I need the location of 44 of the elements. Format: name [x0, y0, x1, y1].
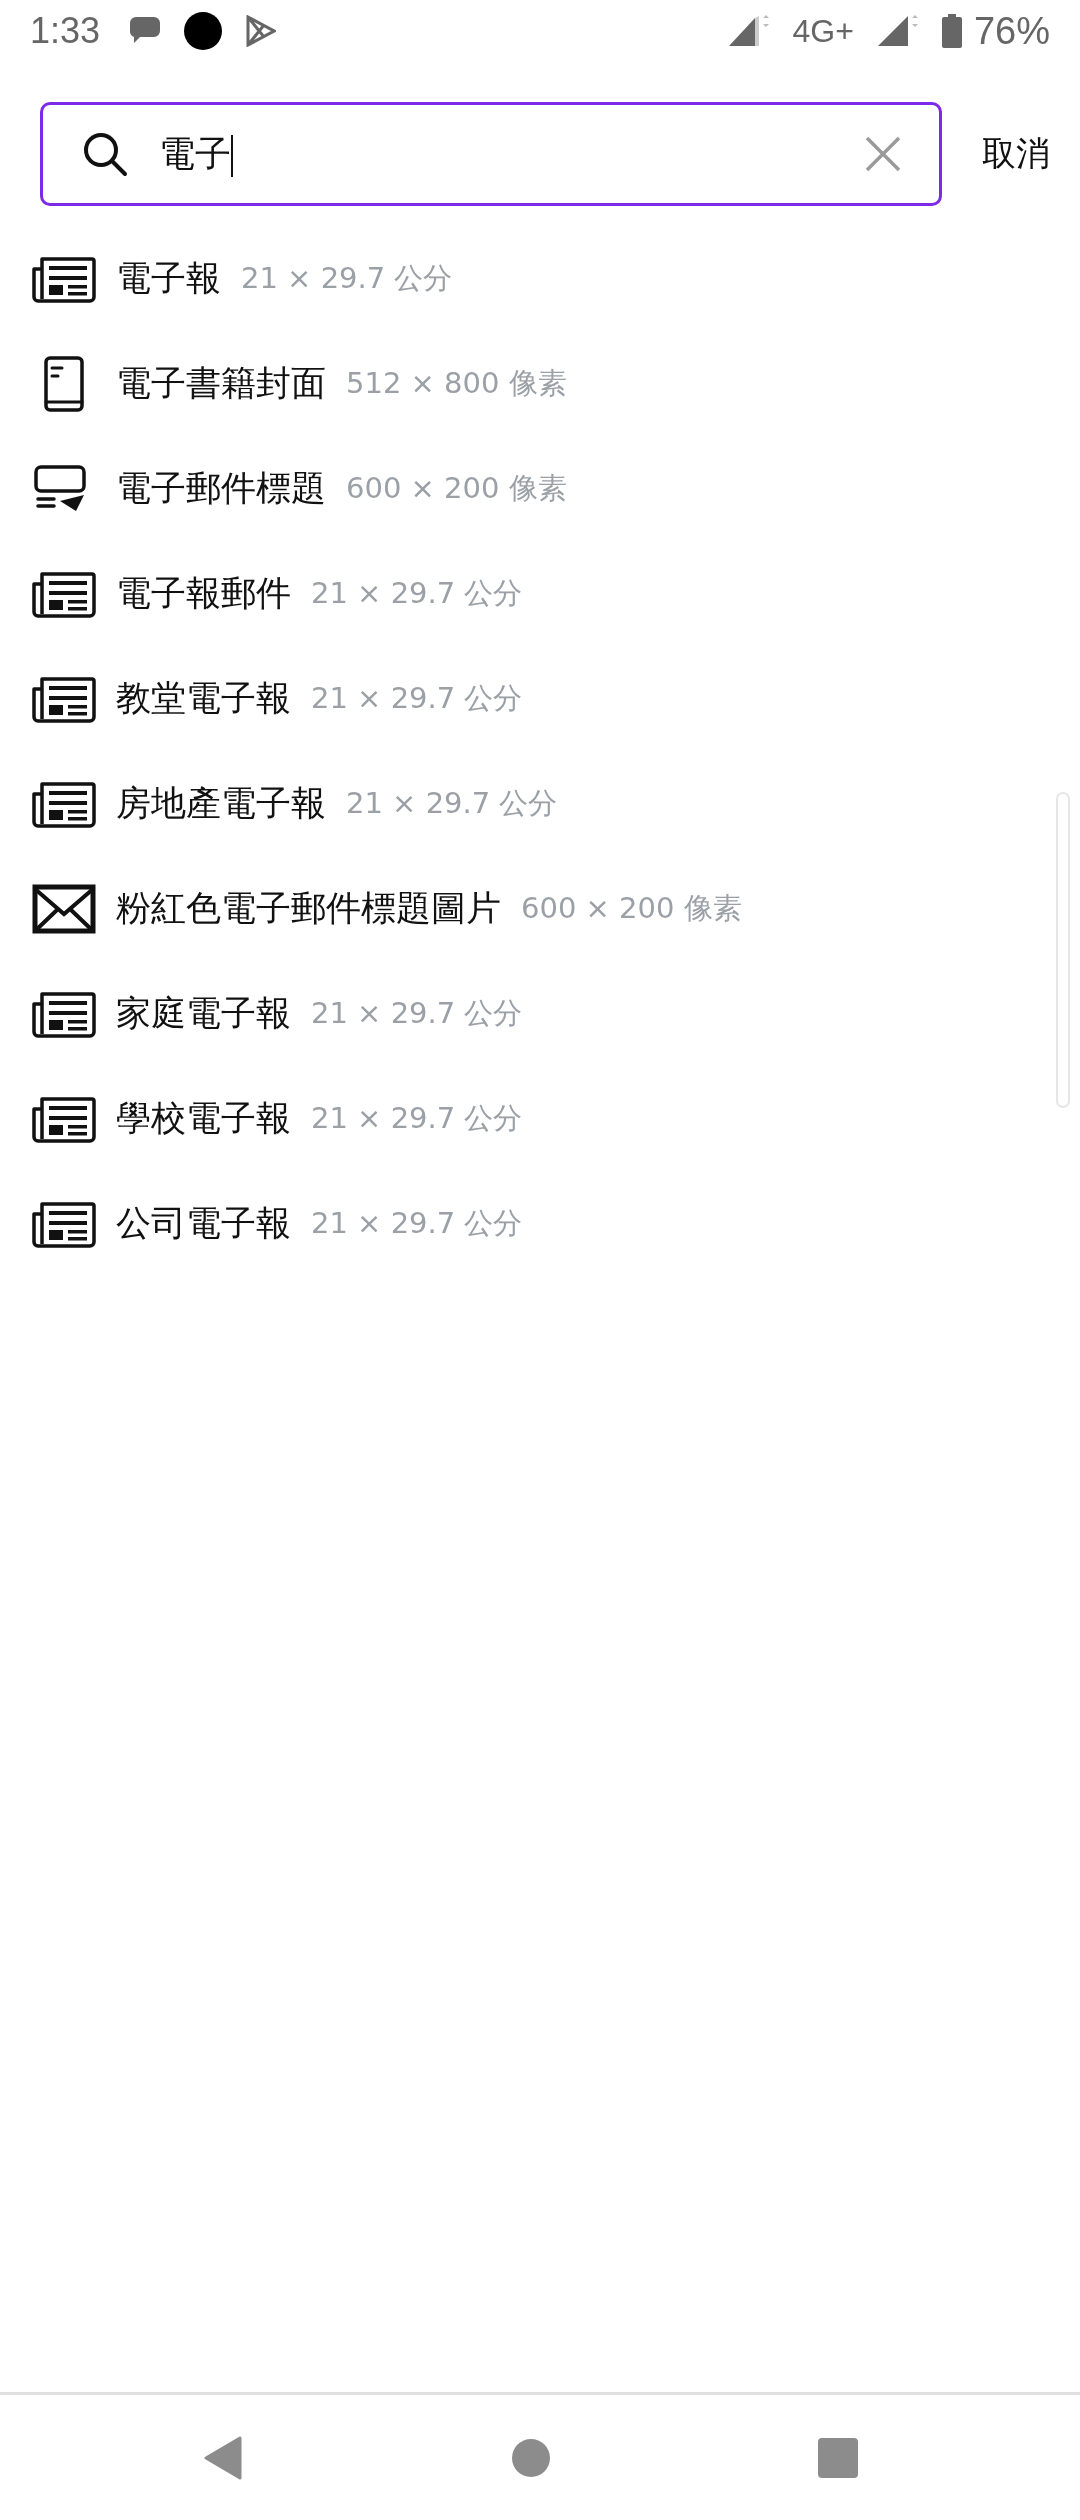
search-icon — [81, 130, 129, 178]
battery-percent: 76% — [973, 9, 1050, 53]
status-time: 1:33 — [30, 10, 101, 52]
home-icon[interactable] — [512, 2438, 550, 2477]
result-size: 600 × 200 像素 — [521, 889, 742, 927]
result-title[interactable]: 公司電子報 — [116, 1200, 291, 1247]
result-title[interactable]: 電子書籍封面 — [116, 360, 326, 407]
scrollbar[interactable] — [1056, 792, 1070, 1108]
newspaper-icon — [32, 1199, 96, 1248]
battery-icon — [941, 14, 962, 48]
result-title[interactable]: 電子報 — [116, 255, 221, 302]
clear-icon[interactable] — [863, 134, 903, 174]
newspaper-icon — [32, 254, 96, 303]
result-title[interactable]: 電子報郵件 — [116, 570, 291, 617]
result-size: 21 × 29.7 公分 — [311, 994, 523, 1032]
network-type: 4G+ — [792, 12, 854, 50]
result-size: 21 × 29.7 公分 — [311, 1204, 523, 1242]
newspaper-icon — [32, 989, 96, 1038]
cancel-button[interactable]: 取消 — [982, 123, 1050, 185]
result-size: 21 × 29.7 公分 — [311, 574, 523, 612]
newspaper-icon — [32, 1094, 96, 1143]
result-size: 600 × 200 像素 — [346, 469, 567, 507]
result-title[interactable]: 教堂電子報 — [116, 675, 291, 722]
search-query: 電子 — [159, 132, 231, 174]
result-title[interactable]: 房地產電子報 — [116, 780, 326, 827]
result-size: 21 × 29.7 公分 — [311, 679, 523, 717]
newspaper-icon — [32, 674, 96, 723]
back-icon[interactable] — [204, 2435, 244, 2480]
result-size: 21 × 29.7 公分 — [311, 1099, 523, 1137]
newspaper-icon — [32, 779, 96, 828]
result-title[interactable]: 家庭電子報 — [116, 990, 291, 1037]
result-title[interactable]: 學校電子報 — [116, 1095, 291, 1142]
result-size: 21 × 29.7 公分 — [346, 784, 558, 822]
newspaper-icon — [32, 569, 96, 618]
play-icon — [244, 15, 277, 47]
result-size: 512 × 800 像素 — [346, 364, 567, 402]
result-title[interactable]: 電子郵件標題 — [116, 465, 326, 512]
circle-icon — [184, 12, 223, 50]
recents-icon[interactable] — [818, 2437, 858, 2478]
result-title[interactable]: 粉紅色電子郵件標題圖片 — [116, 885, 501, 932]
search-field[interactable]: 電子 — [40, 102, 942, 206]
envelope-icon — [32, 883, 96, 934]
signal-icon — [726, 14, 771, 48]
result-size: 21 × 29.7 公分 — [241, 259, 453, 297]
